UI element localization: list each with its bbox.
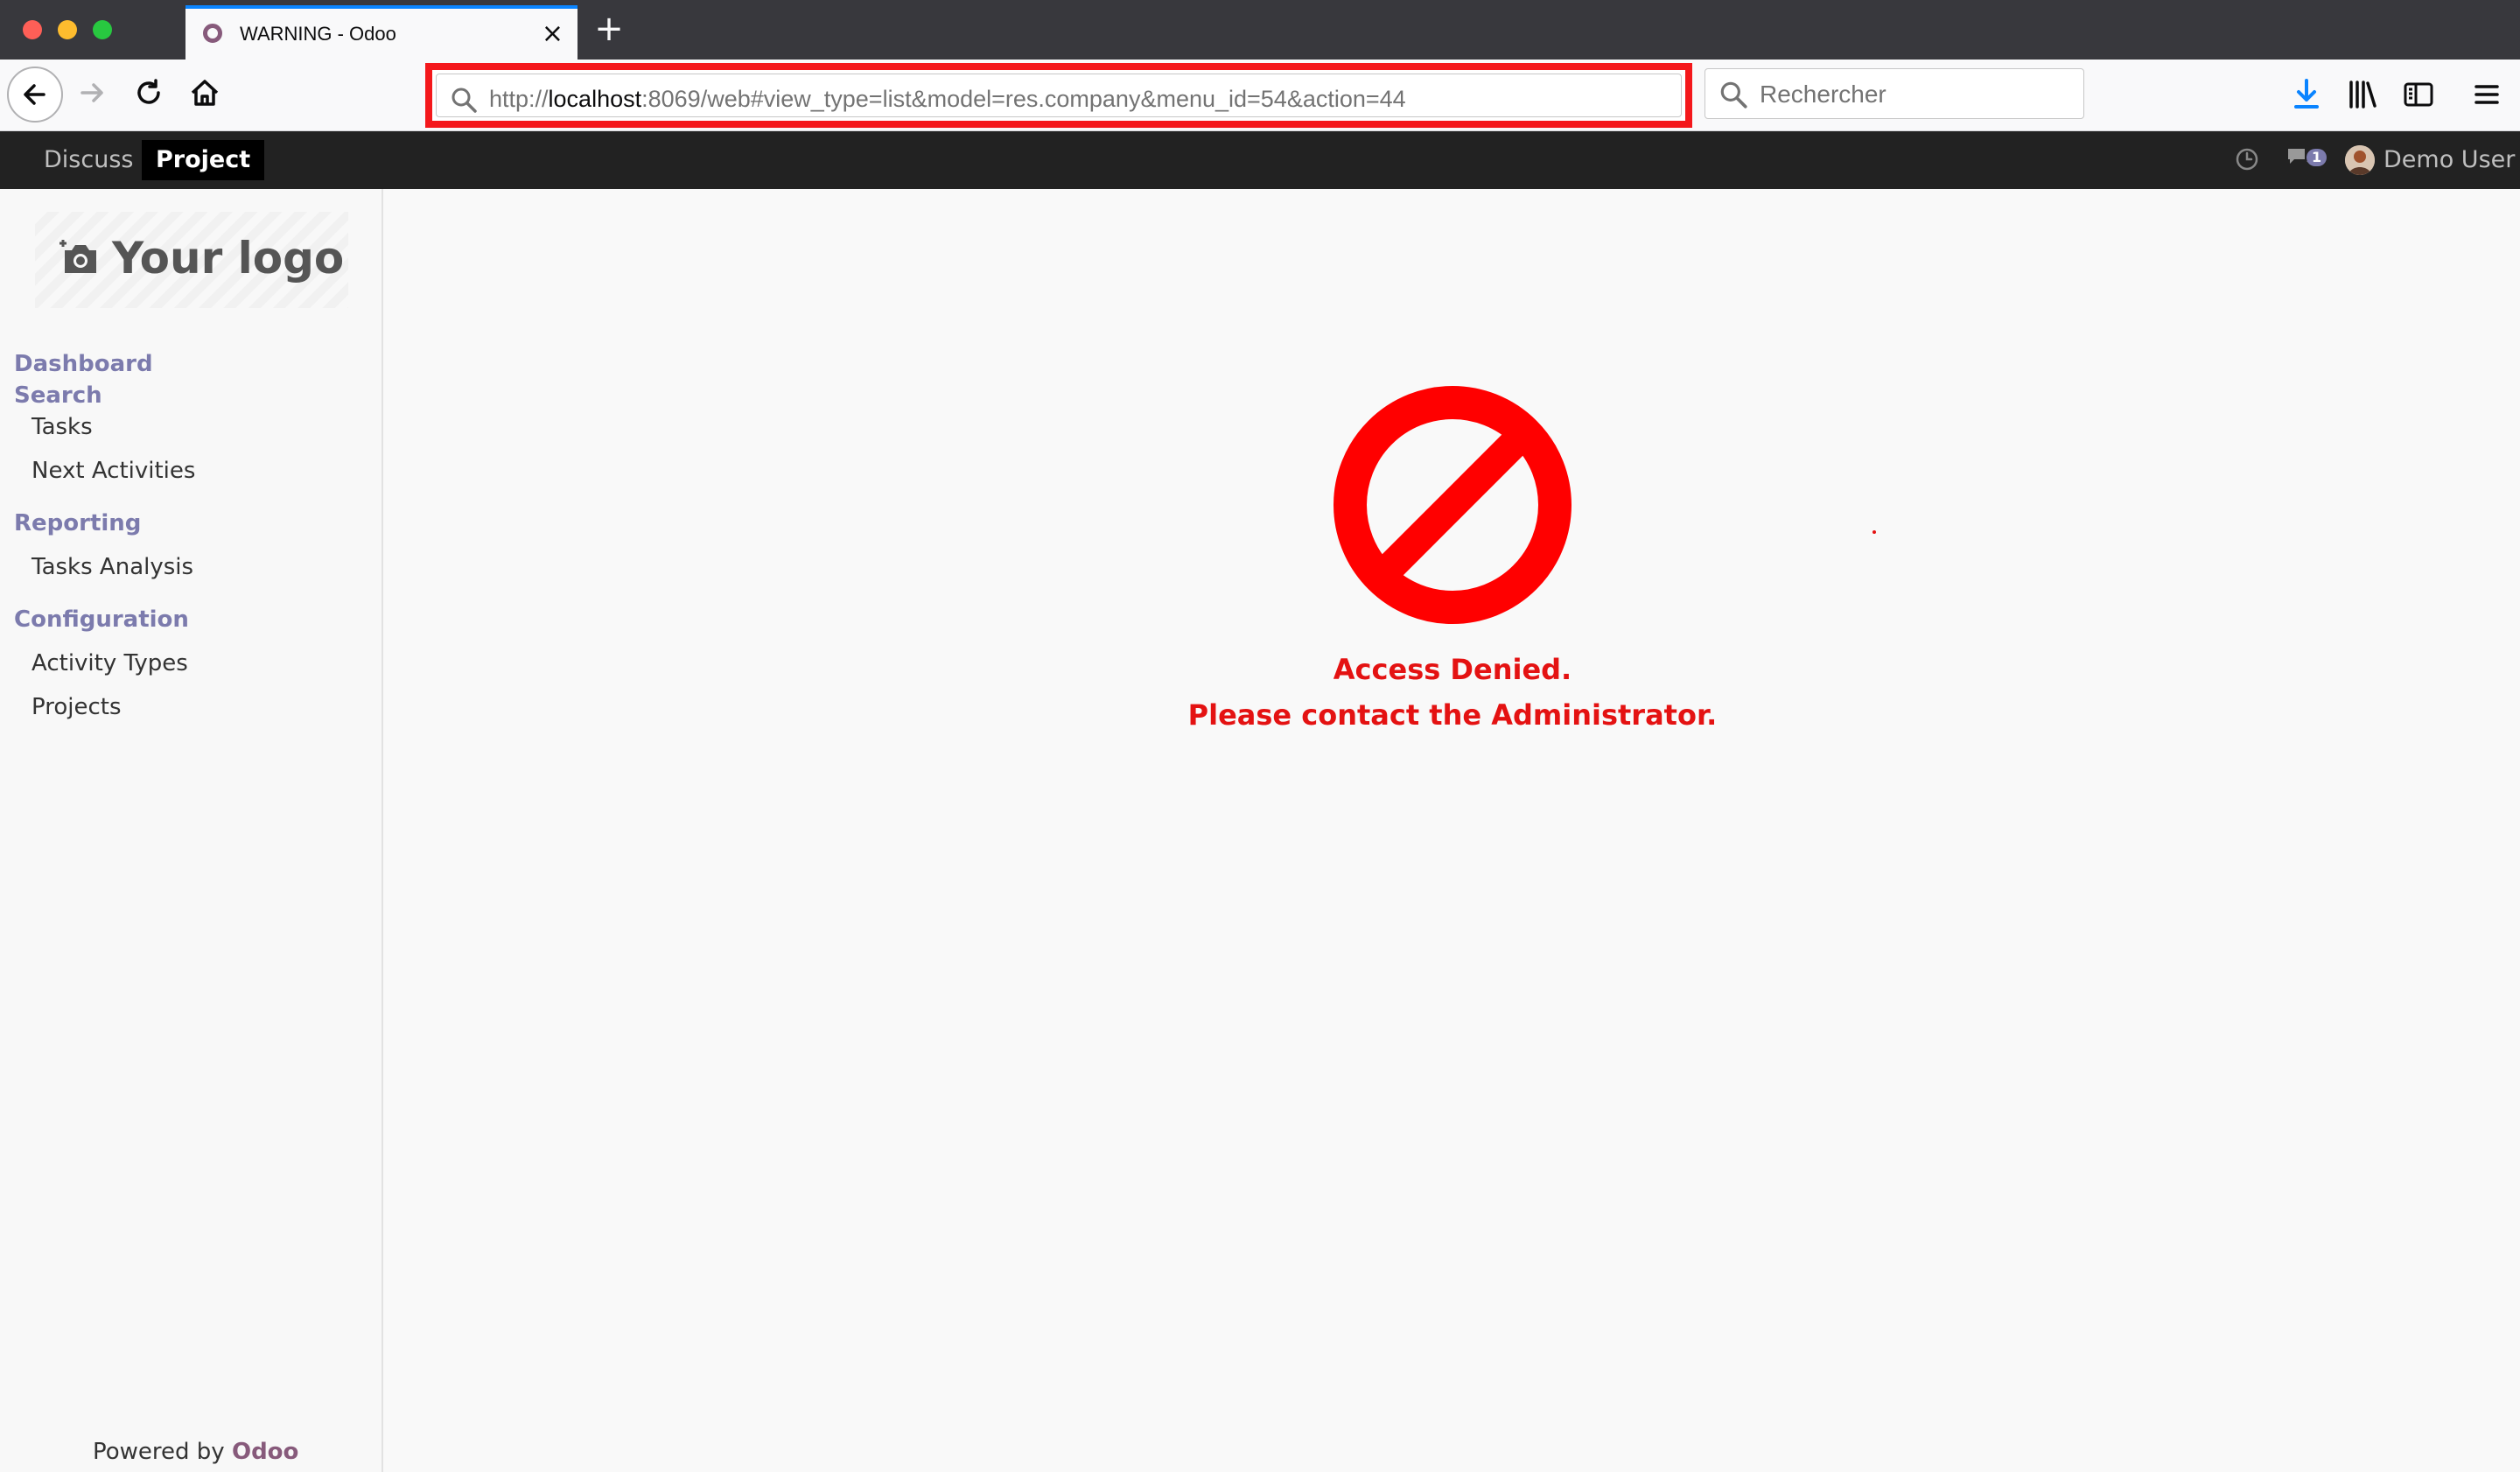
sidebar-item-tasks[interactable]: Tasks bbox=[32, 411, 93, 443]
reload-icon[interactable] bbox=[130, 74, 168, 112]
new-tab-button[interactable]: + bbox=[592, 9, 626, 49]
unread-count-badge: 1 bbox=[2306, 149, 2328, 166]
tab-close-icon[interactable]: × bbox=[542, 18, 564, 51]
sidebar-item-tasks-analysis[interactable]: Tasks Analysis bbox=[32, 551, 193, 583]
powered-by-label: Powered by bbox=[93, 1439, 225, 1465]
window-close-button[interactable] bbox=[23, 20, 42, 39]
camera-icon bbox=[60, 240, 96, 273]
forward-arrow-icon[interactable] bbox=[74, 74, 112, 112]
user-avatar[interactable] bbox=[2345, 145, 2375, 175]
app-menu-discuss[interactable]: Discuss bbox=[30, 140, 147, 180]
main-content: Access Denied. Please contact the Admini… bbox=[385, 189, 2520, 1472]
browser-tab[interactable]: WARNING - Odoo × bbox=[186, 5, 578, 60]
library-icon[interactable] bbox=[2343, 75, 2382, 114]
odoo-link[interactable]: Odoo bbox=[232, 1439, 298, 1465]
back-arrow-icon bbox=[24, 84, 46, 105]
url-host: localhost bbox=[548, 86, 642, 112]
odoo-favicon-icon bbox=[203, 24, 222, 43]
activity-clock-icon[interactable] bbox=[2235, 147, 2259, 172]
access-denied-message: Access Denied. bbox=[1333, 653, 1572, 686]
sidebar-item-projects[interactable]: Projects bbox=[32, 691, 122, 723]
hamburger-menu-icon[interactable] bbox=[2468, 75, 2506, 114]
browser-tab-strip: WARNING - Odoo × + bbox=[0, 0, 2520, 60]
home-icon[interactable] bbox=[186, 74, 224, 112]
sidebar-section-configuration[interactable]: Configuration bbox=[14, 604, 189, 635]
sidebar-item-next-activities[interactable]: Next Activities bbox=[32, 455, 195, 487]
sidebar-item-activity-types[interactable]: Activity Types bbox=[32, 648, 188, 679]
url-path: :8069/web#view_type=list&model=res.compa… bbox=[641, 86, 1406, 112]
user-avatar-image bbox=[2345, 145, 2375, 175]
app-menu-project[interactable]: Project bbox=[142, 140, 265, 180]
search-icon bbox=[452, 88, 477, 113]
search-icon bbox=[1720, 81, 1747, 109]
sidebar-toggle-icon[interactable] bbox=[2399, 75, 2438, 114]
address-bar[interactable]: http://localhost:8069/web#view_type=list… bbox=[436, 74, 1682, 117]
access-denied-icon bbox=[1334, 386, 1572, 624]
tab-title: WARNING - Odoo bbox=[240, 23, 396, 45]
web-search-input[interactable]: Rechercher bbox=[1704, 68, 2084, 119]
sidebar: Your logo Dashboard Search Tasks Next Ac… bbox=[0, 189, 383, 1472]
contact-admin-message: Please contact the Administrator. bbox=[1187, 698, 1718, 732]
sidebar-section-dashboard[interactable]: Dashboard bbox=[14, 348, 153, 380]
window-maximize-button[interactable] bbox=[93, 20, 112, 39]
stray-dot bbox=[1872, 530, 1876, 534]
url-prefix: http:// bbox=[489, 86, 549, 112]
downloads-icon[interactable] bbox=[2287, 75, 2326, 114]
odoo-main-navbar: Discuss Project 1 Demo User bbox=[0, 131, 2520, 189]
messaging-menu[interactable]: 1 bbox=[2286, 145, 2328, 173]
window-minimize-button[interactable] bbox=[58, 20, 77, 39]
browser-toolbar: http://localhost:8069/web#view_type=list… bbox=[0, 60, 2520, 131]
company-logo[interactable]: Your logo bbox=[35, 212, 348, 308]
sidebar-section-search[interactable]: Search bbox=[14, 380, 102, 411]
logo-placeholder-text: Your logo bbox=[112, 233, 345, 284]
user-menu-name[interactable]: Demo User bbox=[2384, 140, 2515, 180]
url-text[interactable]: http://localhost:8069/web#view_type=list… bbox=[489, 86, 1406, 113]
sidebar-section-reporting[interactable]: Reporting bbox=[14, 508, 141, 539]
search-placeholder: Rechercher bbox=[1760, 81, 1886, 108]
address-bar-highlight: http://localhost:8069/web#view_type=list… bbox=[425, 63, 1692, 128]
powered-by-footer: Powered by Odoo bbox=[93, 1439, 298, 1465]
back-button[interactable] bbox=[7, 67, 63, 123]
